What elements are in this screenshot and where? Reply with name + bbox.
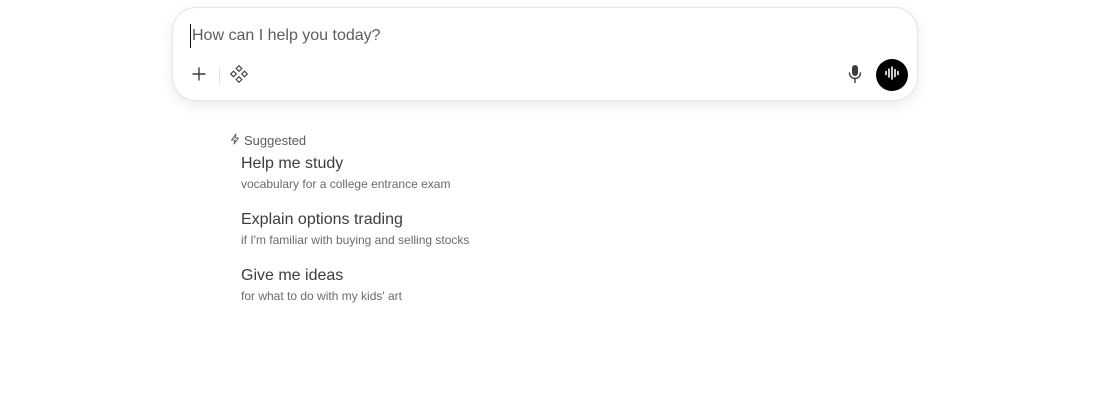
suggestion-title: Help me study xyxy=(241,155,344,172)
lightning-icon xyxy=(229,133,241,148)
suggestion-item[interactable]: Explain options trading if I'm familiar … xyxy=(241,209,469,265)
prompt-input[interactable] xyxy=(190,24,792,48)
suggested-header: Suggested xyxy=(229,131,469,149)
suggestion-title: Give me ideas xyxy=(241,267,344,284)
suggestion-item[interactable]: Help me study vocabulary for a college e… xyxy=(241,153,469,209)
suggestion-item[interactable]: Give me ideas for what to do with my kid… xyxy=(241,265,469,321)
voice-waveform-icon xyxy=(884,65,900,86)
suggestion-subtitle: for what to do with my kids' art xyxy=(241,289,403,303)
plus-icon xyxy=(191,66,207,87)
suggested-label: Suggested xyxy=(244,132,307,148)
dictate-button[interactable] xyxy=(843,64,867,88)
suggested-section: Suggested Help me study vocabulary for a… xyxy=(229,131,469,321)
tools-diamond-icon xyxy=(229,64,249,88)
voice-mode-button[interactable] xyxy=(876,59,908,91)
suggestion-subtitle: if I'm familiar with buying and selling … xyxy=(241,233,470,247)
add-attachment-button[interactable] xyxy=(187,64,211,88)
suggestion-title: Explain options trading xyxy=(241,211,403,228)
microphone-icon xyxy=(847,64,863,89)
suggestion-list: Help me study vocabulary for a college e… xyxy=(229,153,469,321)
tools-button[interactable] xyxy=(227,64,251,88)
toolbar-divider xyxy=(219,68,220,84)
suggestion-subtitle: vocabulary for a college entrance exam xyxy=(241,177,451,191)
composer xyxy=(172,7,918,101)
